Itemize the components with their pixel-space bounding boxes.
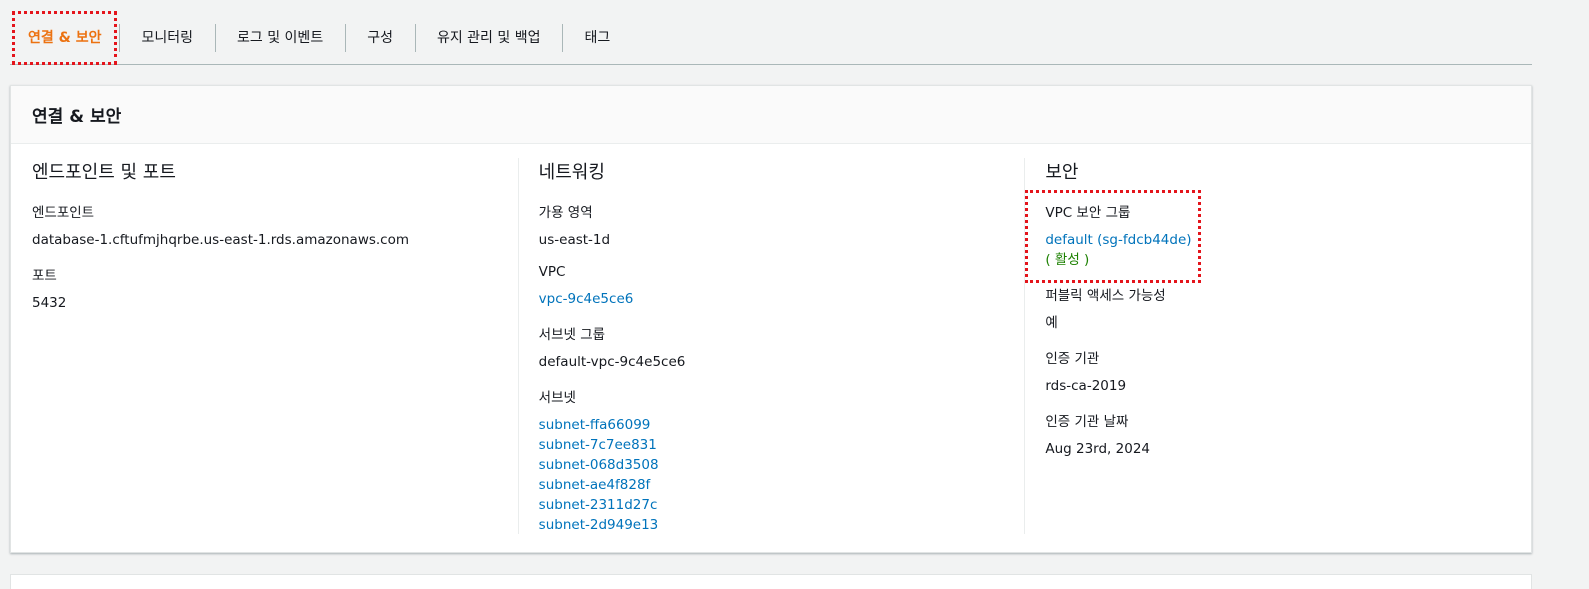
networking-section-title: 네트워킹 [538, 162, 605, 183]
subnet-group-field: 서브넷 그룹 default-vpc-9c4e5ce6 [539, 323, 1025, 372]
endpoint-section-title: 엔드포인트 및 포트 [32, 162, 176, 183]
subnet-group-value: default-vpc-9c4e5ce6 [538, 354, 686, 370]
tab-monitoring[interactable]: 모니터링 [119, 20, 215, 54]
endpoint-port-column: 엔드포인트 및 포트 엔드포인트 database-1.cftufmjhqrbe… [11, 158, 518, 534]
subnet-link[interactable]: subnet-ae4f828f [539, 475, 1025, 495]
port-value: 5432 [32, 295, 67, 311]
certificate-authority-field: 인증 기관 rds-ca-2019 [1045, 347, 1531, 396]
certificate-authority-date-label: 인증 기관 날짜 [1045, 414, 1129, 430]
vpc-security-group-label: VPC 보안 그룹 [1045, 205, 1131, 221]
subnet-link[interactable]: subnet-7c7ee831 [539, 435, 1025, 455]
certificate-authority-date-field: 인증 기관 날짜 Aug 23rd, 2024 [1045, 410, 1531, 459]
security-group-link[interactable]: default (sg-fdcb44de) [1045, 230, 1531, 250]
subnet-link[interactable]: subnet-068d3508 [539, 455, 1025, 475]
tab-tags[interactable]: 태그 [562, 20, 632, 54]
tab-bar: 연결 & 보안 모니터링 로그 및 이벤트 구성 유지 관리 및 백업 태그 [10, 10, 1532, 65]
next-card-edge [10, 574, 1532, 589]
vpc-link[interactable]: vpc-9c4e5ce6 [539, 289, 1025, 309]
tab-configuration[interactable]: 구성 [345, 20, 415, 54]
security-group-status: ( 활성 ) [1045, 252, 1090, 268]
public-access-value: 예 [1045, 315, 1058, 331]
endpoint-label: 엔드포인트 [32, 205, 95, 221]
endpoint-field: 엔드포인트 database-1.cftufmjhqrbe.us-east-1.… [32, 201, 518, 250]
port-label: 포트 [32, 268, 57, 284]
card-header: 연결 & 보안 [11, 86, 1531, 144]
availability-zone-field: 가용 영역 us-east-1d [539, 201, 1025, 250]
certificate-authority-value: rds-ca-2019 [1045, 378, 1127, 394]
availability-zone-label: 가용 영역 [538, 205, 593, 221]
certificate-authority-label: 인증 기관 [1045, 351, 1100, 367]
certificate-authority-date-value: Aug 23rd, 2024 [1045, 441, 1150, 457]
public-access-label: 퍼블릭 액세스 가능성 [1045, 288, 1166, 304]
networking-column: 네트워킹 가용 영역 us-east-1d VPC vpc-9c4e5ce6 서… [517, 158, 1025, 535]
tab-logs-events[interactable]: 로그 및 이벤트 [215, 20, 345, 54]
page: 연결 & 보안 모니터링 로그 및 이벤트 구성 유지 관리 및 백업 태그 연… [0, 0, 1589, 589]
subnet-link[interactable]: subnet-2d949e13 [539, 515, 1025, 535]
port-field: 포트 5432 [32, 264, 518, 313]
card-columns: 엔드포인트 및 포트 엔드포인트 database-1.cftufmjhqrbe… [11, 144, 1531, 534]
public-access-field: 퍼블릭 액세스 가능성 예 [1045, 284, 1531, 333]
subnet-link[interactable]: subnet-2311d27c [539, 495, 1025, 515]
connectivity-security-card: 연결 & 보안 엔드포인트 및 포트 엔드포인트 database-1.cftu… [10, 85, 1532, 553]
subnets-label: 서브넷 [538, 390, 576, 406]
card-title: 연결 & 보안 [32, 107, 122, 127]
security-column: 보안 VPC 보안 그룹 default (sg-fdcb44de) ( 활성 … [1024, 158, 1531, 534]
tab-connectivity-security[interactable]: 연결 & 보안 [10, 11, 119, 65]
subnets-field: 서브넷 subnet-ffa66099 subnet-7c7ee831 subn… [539, 386, 1025, 535]
availability-zone-value: us-east-1d [538, 232, 611, 248]
subnet-list: subnet-ffa66099 subnet-7c7ee831 subnet-0… [539, 415, 1025, 535]
endpoint-value: database-1.cftufmjhqrbe.us-east-1.rds.am… [32, 232, 410, 248]
vpc-label: VPC [538, 264, 566, 280]
subnet-link[interactable]: subnet-ffa66099 [539, 415, 1025, 435]
subnet-group-label: 서브넷 그룹 [538, 327, 606, 343]
security-section-title: 보안 [1045, 162, 1079, 183]
vpc-field: VPC vpc-9c4e5ce6 [539, 264, 1025, 309]
tab-maintenance-backup[interactable]: 유지 관리 및 백업 [414, 20, 563, 54]
vpc-security-group-field: VPC 보안 그룹 default (sg-fdcb44de) ( 활성 ) [1025, 190, 1531, 283]
